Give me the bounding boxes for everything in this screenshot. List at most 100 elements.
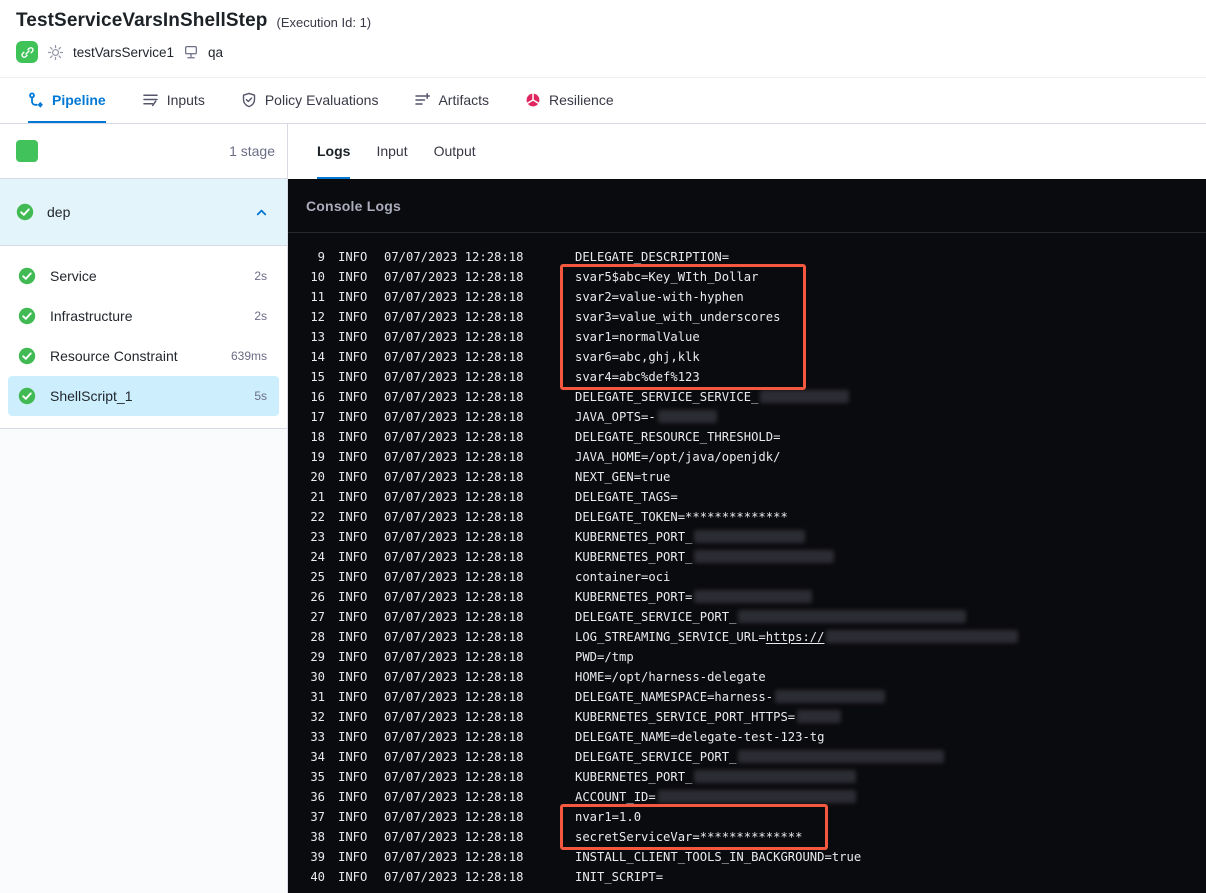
tab-artifacts[interactable]: Artifacts <box>414 78 489 123</box>
log-message-text: JAVA_HOME=/opt/java/openjdk/ <box>575 450 781 464</box>
log-row: 28 INFO 07/07/2023 12:28:18 LOG_STREAMIN… <box>288 627 1206 647</box>
log-line-number: 40 <box>310 870 325 884</box>
log-level: INFO <box>338 870 368 884</box>
log-message-text: DELEGATE_TAGS= <box>575 490 678 504</box>
log-message-text: HOME=/opt/harness-delegate <box>575 670 766 684</box>
log-row: 30 INFO 07/07/2023 12:28:18 HOME=/opt/ha… <box>288 667 1206 687</box>
redacted-text <box>694 550 835 563</box>
log-panel: Logs Input Output Console Logs 9 INFO 07… <box>288 124 1206 893</box>
log-timestamp: 07/07/2023 12:28:18 <box>384 870 524 884</box>
step-row[interactable]: Resource Constraint 639ms <box>8 336 279 376</box>
log-row: 15 INFO 07/07/2023 12:28:18 svar4=abc%de… <box>288 367 1206 387</box>
redacted-text <box>657 410 717 423</box>
check-circle-icon <box>16 203 34 221</box>
step-duration: 5s <box>254 389 267 403</box>
log-message: svar2=value-with-hyphen <box>575 287 744 307</box>
step-row[interactable]: Infrastructure 2s <box>8 296 279 336</box>
chevron-up-icon[interactable] <box>254 205 269 220</box>
log-timestamp: 07/07/2023 12:28:18 <box>384 370 524 384</box>
log-level: INFO <box>338 390 368 404</box>
log-message-text: JAVA_OPTS=- <box>575 410 656 424</box>
stage-header: 1 stage <box>0 124 287 179</box>
redacted-text <box>694 590 812 603</box>
log-row: 39 INFO 07/07/2023 12:28:18 INSTALL_CLIE… <box>288 847 1206 867</box>
log-message: KUBERNETES_PORT= <box>575 587 812 607</box>
log-level: INFO <box>338 290 368 304</box>
gear-icon <box>47 44 64 61</box>
environment-name[interactable]: qa <box>208 45 223 60</box>
log-timestamp: 07/07/2023 12:28:18 <box>384 430 524 444</box>
log-level: INFO <box>338 410 368 424</box>
log-message-text: nvar1=1.0 <box>575 810 642 824</box>
log-row: 20 INFO 07/07/2023 12:28:18 NEXT_GEN=tru… <box>288 467 1206 487</box>
log-timestamp: 07/07/2023 12:28:18 <box>384 330 524 344</box>
log-message: DELEGATE_SERVICE_PORT_ <box>575 747 945 767</box>
log-message: nvar1=1.0 <box>575 807 641 827</box>
tab-inputs[interactable]: Inputs <box>142 78 205 123</box>
log-message-text: svar4=abc%def%123 <box>575 370 700 384</box>
log-tab-output[interactable]: Output <box>434 124 476 179</box>
log-message-text: INSTALL_CLIENT_TOOLS_IN_BACKGROUND=true <box>575 850 862 864</box>
log-timestamp: 07/07/2023 12:28:18 <box>384 310 524 324</box>
step-duration: 2s <box>254 269 267 283</box>
log-line-number: 35 <box>310 770 325 784</box>
log-timestamp: 07/07/2023 12:28:18 <box>384 550 524 564</box>
console-header: Console Logs <box>288 179 1206 233</box>
step-row[interactable]: Service 2s <box>8 256 279 296</box>
meta-row: testVarsService1 qa <box>16 41 1190 63</box>
log-message-text: svar5$abc=Key_WIth_Dollar <box>575 270 759 284</box>
tab-resilience[interactable]: Resilience <box>525 78 614 123</box>
log-row: 35 INFO 07/07/2023 12:28:18 KUBERNETES_P… <box>288 767 1206 787</box>
log-level: INFO <box>338 250 368 264</box>
content: 1 stage dep Service 2s Infrastructure 2s… <box>0 124 1206 893</box>
log-message-text: KUBERNETES_SERVICE_PORT_HTTPS= <box>575 710 796 724</box>
log-line-number: 25 <box>310 570 325 584</box>
log-message-text: container=oci <box>575 570 671 584</box>
log-timestamp: 07/07/2023 12:28:18 <box>384 290 524 304</box>
log-list[interactable]: 9 INFO 07/07/2023 12:28:18 DELEGATE_DESC… <box>288 233 1206 893</box>
log-level: INFO <box>338 270 368 284</box>
execution-id: (Execution Id: 1) <box>276 14 372 30</box>
redacted-text <box>826 630 1018 643</box>
log-level: INFO <box>338 590 368 604</box>
log-timestamp: 07/07/2023 12:28:18 <box>384 490 524 504</box>
execution-tab-bar: Pipeline Inputs Policy Evaluations Artif… <box>0 78 1206 124</box>
log-line-number: 10 <box>310 270 325 284</box>
log-message: PWD=/tmp <box>575 647 634 667</box>
console-panel[interactable]: Console Logs 9 INFO 07/07/2023 12:28:18 … <box>288 179 1206 893</box>
log-level: INFO <box>338 670 368 684</box>
log-level: INFO <box>338 510 368 524</box>
log-message: KUBERNETES_PORT_ <box>575 547 835 567</box>
log-message: KUBERNETES_PORT_ <box>575 767 857 787</box>
log-tab-logs[interactable]: Logs <box>317 124 351 179</box>
log-message-text: DELEGATE_NAME=delegate-test-123-tg <box>575 730 825 744</box>
log-level: INFO <box>338 610 368 624</box>
log-level: INFO <box>338 330 368 344</box>
log-line-number: 18 <box>310 430 325 444</box>
log-tab-input[interactable]: Input <box>376 124 407 179</box>
shield-check-icon <box>241 92 257 108</box>
redacted-text <box>694 530 805 543</box>
redacted-text <box>694 770 857 783</box>
tab-policy-evaluations[interactable]: Policy Evaluations <box>241 78 378 123</box>
log-message: svar4=abc%def%123 <box>575 367 700 387</box>
step-row[interactable]: ShellScript_1 5s <box>8 376 279 416</box>
log-message: ACCOUNT_ID= <box>575 787 857 807</box>
log-message-link[interactable]: https:// <box>766 630 825 644</box>
log-line-number: 31 <box>310 690 325 704</box>
log-row: 13 INFO 07/07/2023 12:28:18 svar1=normal… <box>288 327 1206 347</box>
service-name[interactable]: testVarsService1 <box>73 45 174 60</box>
log-message: DELEGATE_RESOURCE_THRESHOLD= <box>575 427 780 447</box>
log-message: svar6=abc,ghj,klk <box>575 347 700 367</box>
log-message-text: KUBERNETES_PORT_ <box>575 550 693 564</box>
log-line-number: 9 <box>317 250 325 264</box>
log-line-number: 21 <box>310 490 325 504</box>
check-circle-icon <box>18 267 36 285</box>
log-row: 18 INFO 07/07/2023 12:28:18 DELEGATE_RES… <box>288 427 1206 447</box>
stage-group-dep[interactable]: dep <box>0 179 287 246</box>
log-level: INFO <box>338 730 368 744</box>
log-line-number: 33 <box>310 730 325 744</box>
tab-pipeline[interactable]: Pipeline <box>28 78 106 123</box>
log-level: INFO <box>338 370 368 384</box>
log-row: 9 INFO 07/07/2023 12:28:18 DELEGATE_DESC… <box>288 247 1206 267</box>
